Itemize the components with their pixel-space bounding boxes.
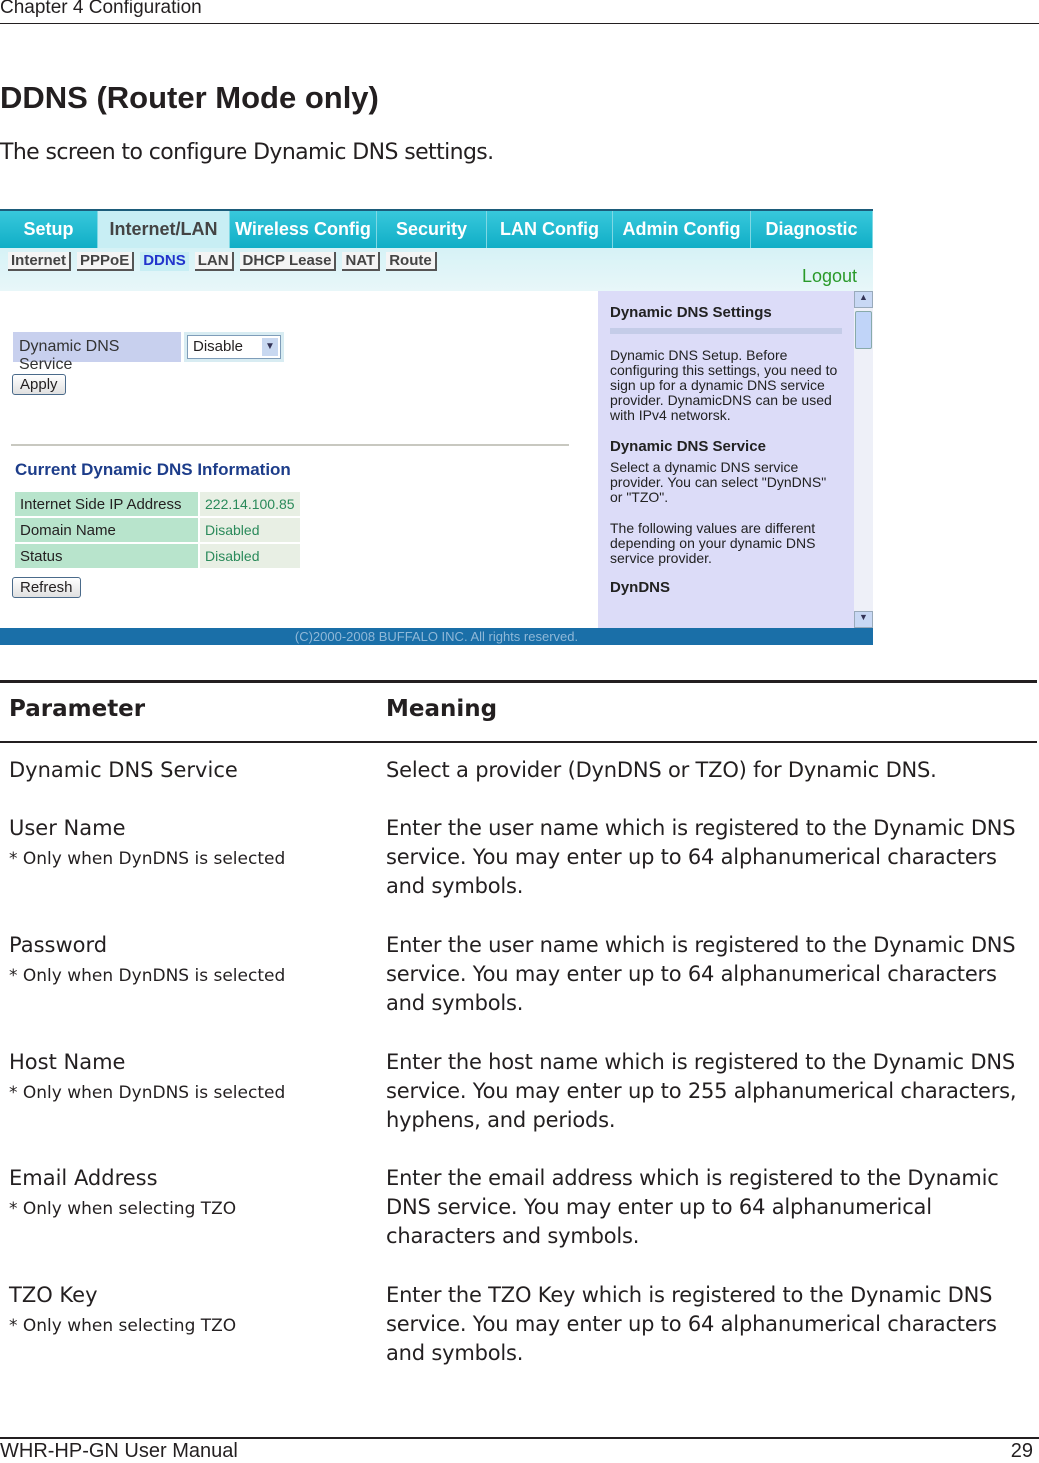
param-meaning: Select a provider (DynDNS or TZO) for Dy… [386, 758, 937, 782]
param-name: TZO Key [9, 1283, 98, 1307]
help-title-2: Dynamic DNS Service [610, 438, 766, 455]
tab-lan-config[interactable]: LAN Config [487, 211, 613, 248]
param-note: * Only when selecting TZO [9, 1199, 237, 1219]
tab-security[interactable]: Security [377, 211, 487, 248]
param-note: * Only when DynDNS is selected [9, 849, 286, 869]
manual-name: WHR-HP-GN User Manual [0, 1440, 238, 1462]
param-meaning: Enter the user name which is registered … [386, 816, 1016, 898]
page-number: 29 [1010, 1440, 1033, 1462]
table-header-rule [0, 741, 1037, 743]
divider [11, 444, 569, 446]
tab-diagnostic[interactable]: Diagnostic [751, 211, 873, 248]
scroll-thumb[interactable] [855, 311, 872, 349]
subtab-nat[interactable]: NAT [342, 252, 381, 271]
param-name: User Name [9, 816, 126, 840]
logout-link[interactable]: Logout [802, 266, 857, 287]
param-note: * Only when DynDNS is selected [9, 966, 286, 986]
info-value: Disabled [200, 544, 300, 568]
copyright: (C)2000-2008 BUFFALO INC. All rights res… [0, 628, 873, 645]
scroll-down-icon[interactable]: ▼ [854, 611, 873, 628]
table-row: Internet Side IP Address 222.14.100.85 [15, 492, 300, 516]
subtab-internet[interactable]: Internet [8, 252, 72, 271]
info-value: Disabled [200, 518, 300, 542]
footer-rule [0, 1437, 1039, 1439]
info-key: Internet Side IP Address [15, 492, 198, 516]
param-note: * Only when selecting TZO [9, 1316, 237, 1336]
info-key: Status [15, 544, 198, 568]
main-tabs: Setup Internet/LAN Wireless Config Secur… [0, 211, 873, 248]
apply-button[interactable]: Apply [12, 374, 66, 395]
table-top-rule [0, 680, 1037, 683]
help-panel: Dynamic DNS Settings Dynamic DNS Setup. … [598, 291, 854, 628]
refresh-button[interactable]: Refresh [12, 577, 81, 598]
page-subtitle: The screen to configure Dynamic DNS sett… [0, 140, 494, 165]
tab-wireless-config[interactable]: Wireless Config [230, 211, 377, 248]
info-title: Current Dynamic DNS Information [15, 460, 291, 479]
service-select[interactable]: Disable ▼ [187, 335, 281, 359]
help-divider [610, 328, 842, 334]
tab-setup[interactable]: Setup [0, 211, 98, 248]
chevron-down-icon[interactable]: ▼ [262, 338, 278, 356]
router-screenshot: Setup Internet/LAN Wireless Config Secur… [0, 209, 873, 645]
param-note: * Only when DynDNS is selected [9, 1083, 286, 1103]
info-table: Internet Side IP Address 222.14.100.85 Do… [13, 490, 302, 570]
param-name: Password [9, 933, 108, 957]
help-text-3: The following values are different depen… [610, 520, 816, 566]
chapter-header: Chapter 4 Configuration [0, 0, 202, 18]
param-name: Dynamic DNS Service [9, 758, 238, 782]
help-scrollbar[interactable]: ▲ ▼ [854, 291, 873, 628]
info-key: Domain Name [15, 518, 198, 542]
help-title: Dynamic DNS Settings [610, 304, 772, 321]
tab-internet-lan[interactable]: Internet/LAN [98, 211, 230, 248]
help-text-1: Dynamic DNS Setup. Before configuring th… [610, 347, 838, 423]
page-title: DDNS (Router Mode only) [0, 80, 379, 115]
subtab-ddns[interactable]: DDNS [140, 252, 189, 271]
service-select-value: Disable [193, 338, 244, 355]
param-meaning: Enter the TZO Key which is registered to… [386, 1283, 997, 1365]
table-row: Status Disabled [15, 544, 300, 568]
subtab-pppoe[interactable]: PPPoE [77, 252, 135, 271]
header-divider [0, 23, 1039, 24]
settings-panel: Dynamic DNS Service Disable ▼ Apply Curr… [0, 291, 598, 628]
subtab-route[interactable]: Route [386, 252, 437, 271]
param-meaning: Enter the email address which is registe… [386, 1166, 999, 1248]
help-title-3: DynDNS [610, 579, 671, 596]
param-name: Email Address [9, 1166, 158, 1190]
tab-admin-config[interactable]: Admin Config [613, 211, 751, 248]
column-header-parameter: Parameter [9, 696, 146, 722]
subtab-lan[interactable]: LAN [194, 252, 234, 271]
sub-navigation: Internet PPPoE DDNS LAN DHCP Lease NAT R… [0, 248, 873, 291]
service-label: Dynamic DNS Service [13, 332, 181, 373]
param-meaning: Enter the user name which is registered … [386, 933, 1016, 1015]
table-row: Domain Name Disabled [15, 518, 300, 542]
param-name: Host Name [9, 1050, 126, 1074]
subtab-dhcp-lease[interactable]: DHCP Lease [239, 252, 337, 271]
column-header-meaning: Meaning [386, 696, 498, 722]
scroll-up-icon[interactable]: ▲ [854, 291, 873, 308]
info-value: 222.14.100.85 [200, 492, 300, 516]
help-text-2: Select a dynamic DNS service provider. Y… [610, 459, 827, 505]
param-meaning: Enter the host name which is registered … [386, 1050, 1017, 1132]
